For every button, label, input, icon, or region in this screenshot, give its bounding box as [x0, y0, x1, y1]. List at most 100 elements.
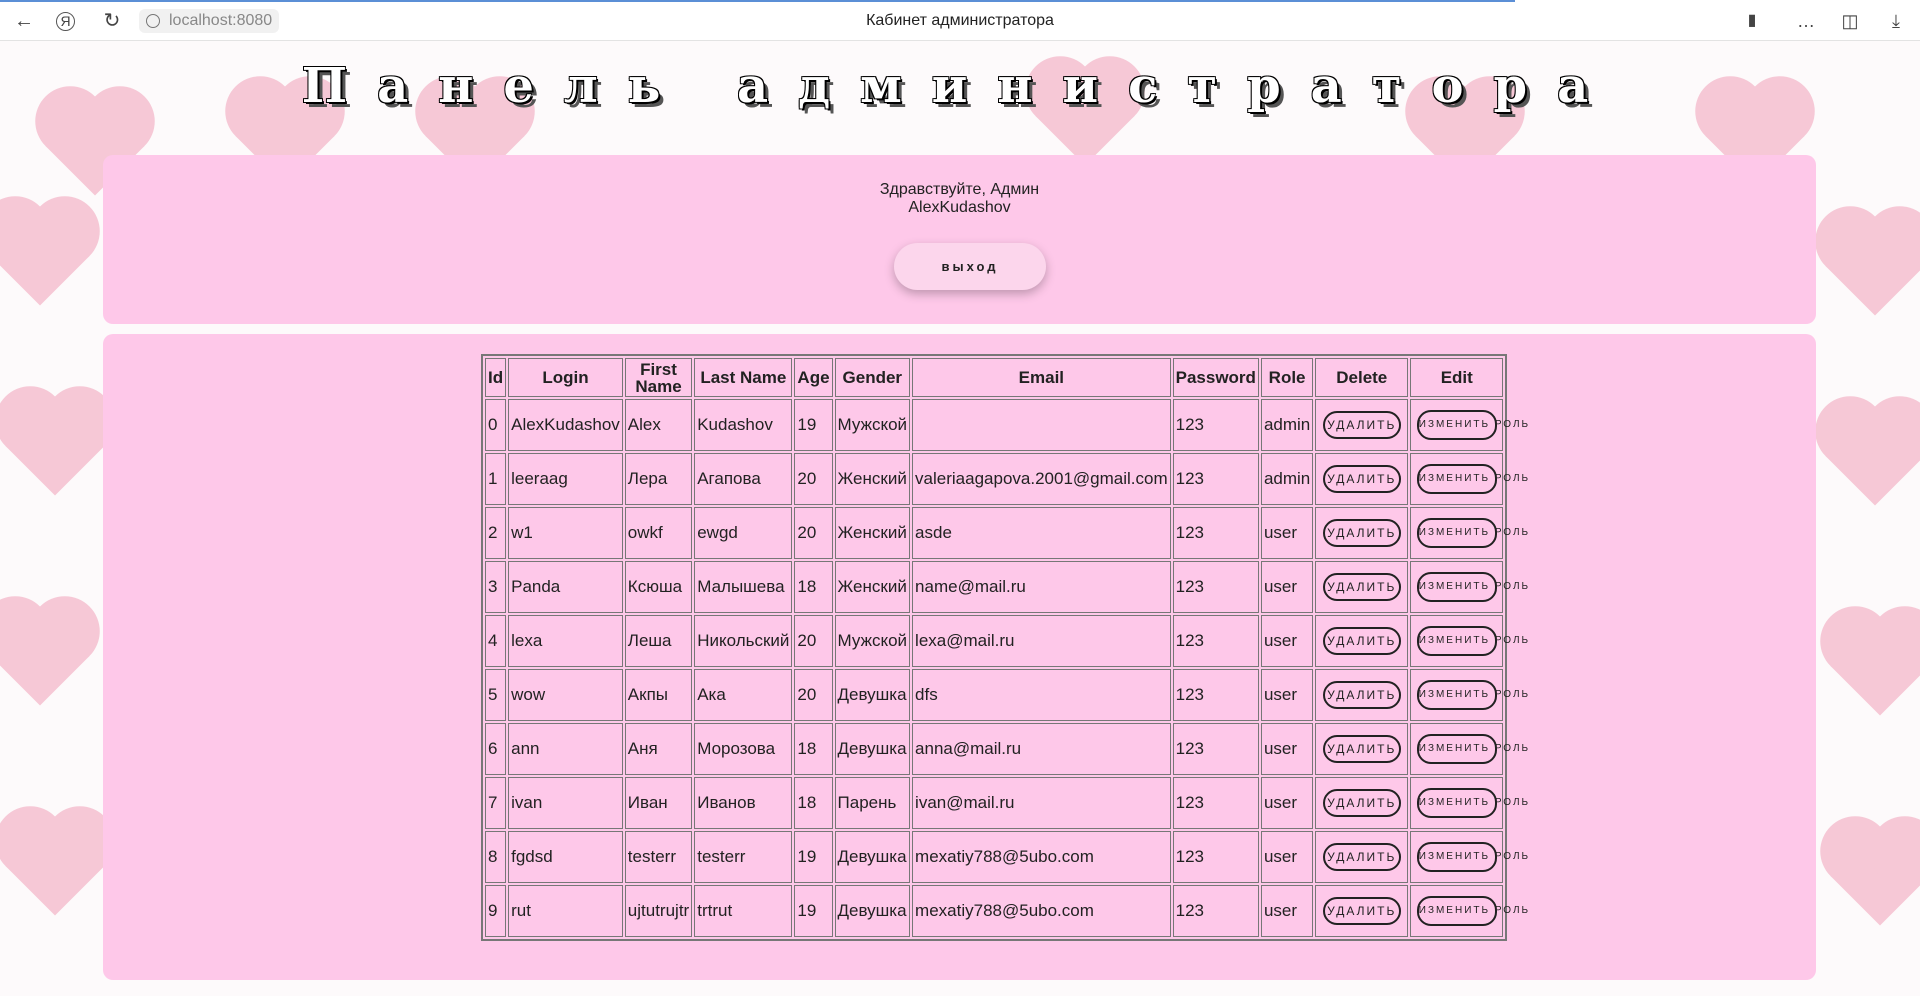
delete-button[interactable]: УДАЛИТЬ: [1322, 627, 1401, 655]
cell-password: 123: [1172, 669, 1259, 721]
header-login: Login: [508, 358, 623, 397]
cell-gender: Девушка: [834, 885, 911, 937]
header-role: Role: [1260, 358, 1314, 397]
cell-delete: УДАЛИТЬ: [1315, 723, 1409, 775]
change-role-button[interactable]: ИЗМЕНИТЬ РОЛЬ: [1416, 842, 1528, 872]
cell-first-name: Аня: [624, 723, 693, 775]
page-title: Панель администратора: [301, 58, 1619, 114]
header-age: Age: [794, 358, 833, 397]
cell-role: user: [1260, 615, 1314, 667]
cell-age: 20: [794, 615, 833, 667]
cell-id: 1: [485, 453, 507, 505]
cell-last-name: Агапова: [694, 453, 793, 505]
header-gender: Gender: [834, 358, 911, 397]
change-role-button[interactable]: ИЗМЕНИТЬ РОЛЬ: [1416, 896, 1528, 926]
cell-last-name: Малышева: [694, 561, 793, 613]
cell-gender: Женский: [834, 507, 911, 559]
cell-last-name: Kudashov: [694, 399, 793, 451]
browser-toolbar: ← Я ↻ localhost:8080 Кабинет администрат…: [0, 0, 1920, 41]
table-header-row: Id Login First Name Last Name Age Gender…: [485, 358, 1504, 397]
cell-delete: УДАЛИТЬ: [1315, 669, 1409, 721]
cell-last-name: Иванов: [694, 777, 793, 829]
cell-email: mexatiy788@5ubo.com: [912, 885, 1171, 937]
heart-icon: [1825, 406, 1920, 506]
greeting-panel: Здравствуйте, Админ AlexKudashov выход: [103, 155, 1816, 324]
heart-icon: [1830, 616, 1920, 716]
cell-gender: Женский: [834, 561, 911, 613]
cell-email: valeriaagapova.2001@gmail.com: [912, 453, 1171, 505]
delete-button[interactable]: УДАЛИТЬ: [1322, 573, 1401, 601]
cell-first-name: Ксюша: [624, 561, 693, 613]
cell-age: 20: [794, 669, 833, 721]
cell-id: 2: [485, 507, 507, 559]
bookmark-icon[interactable]: ▮: [1740, 9, 1764, 33]
cell-delete: УДАЛИТЬ: [1315, 399, 1409, 451]
delete-button[interactable]: УДАЛИТЬ: [1322, 897, 1401, 925]
cell-role: admin: [1260, 453, 1314, 505]
cell-edit: ИЗМЕНИТЬ РОЛЬ: [1410, 885, 1528, 937]
cell-age: 19: [794, 831, 833, 883]
cell-edit: ИЗМЕНИТЬ РОЛЬ: [1410, 831, 1528, 883]
cell-edit: ИЗМЕНИТЬ РОЛЬ: [1410, 777, 1528, 829]
heart-icon: [0, 206, 90, 306]
cell-last-name: ewgd: [694, 507, 793, 559]
cell-first-name: ujtutrujtr: [624, 885, 693, 937]
cell-password: 123: [1172, 615, 1259, 667]
cell-first-name: testerr: [624, 831, 693, 883]
cell-edit: ИЗМЕНИТЬ РОЛЬ: [1410, 453, 1528, 505]
header-last-name: Last Name: [694, 358, 793, 397]
cell-edit: ИЗМЕНИТЬ РОЛЬ: [1410, 399, 1528, 451]
cell-first-name: owkf: [624, 507, 693, 559]
change-role-button[interactable]: ИЗМЕНИТЬ РОЛЬ: [1416, 410, 1528, 440]
header-delete: Delete: [1315, 358, 1409, 397]
cell-gender: Женский: [834, 453, 911, 505]
delete-button[interactable]: УДАЛИТЬ: [1322, 735, 1401, 763]
cell-password: 123: [1172, 885, 1259, 937]
cell-role: user: [1260, 777, 1314, 829]
cell-first-name: Леша: [624, 615, 693, 667]
more-menu-icon[interactable]: …: [1794, 9, 1818, 33]
download-icon[interactable]: ⤓: [1884, 9, 1908, 33]
cell-login: w1: [508, 507, 623, 559]
cell-login: wow: [508, 669, 623, 721]
delete-button[interactable]: УДАЛИТЬ: [1322, 465, 1401, 493]
change-role-button[interactable]: ИЗМЕНИТЬ РОЛЬ: [1416, 626, 1528, 656]
change-role-button[interactable]: ИЗМЕНИТЬ РОЛЬ: [1416, 680, 1528, 710]
cell-age: 19: [794, 399, 833, 451]
delete-button[interactable]: УДАЛИТЬ: [1322, 681, 1401, 709]
table-row: 1 leeraag Лера Агапова 20 Женский valeri…: [485, 453, 1528, 505]
change-role-button[interactable]: ИЗМЕНИТЬ РОЛЬ: [1416, 572, 1528, 602]
cell-login: lexa: [508, 615, 623, 667]
cell-role: admin: [1260, 399, 1314, 451]
extensions-icon[interactable]: ◫: [1838, 9, 1862, 33]
page-load-progress: [0, 0, 1515, 2]
cell-age: 19: [794, 885, 833, 937]
cell-login: Panda: [508, 561, 623, 613]
logout-button[interactable]: выход: [894, 243, 1046, 290]
cell-role: user: [1260, 723, 1314, 775]
users-panel: Id Login First Name Last Name Age Gender…: [103, 334, 1816, 980]
delete-button[interactable]: УДАЛИТЬ: [1322, 789, 1401, 817]
delete-button[interactable]: УДАЛИТЬ: [1322, 519, 1401, 547]
cell-email: dfs: [912, 669, 1171, 721]
cell-login: ivan: [508, 777, 623, 829]
change-role-button[interactable]: ИЗМЕНИТЬ РОЛЬ: [1416, 734, 1528, 764]
header-id: Id: [485, 358, 507, 397]
header-edit: Edit: [1410, 358, 1504, 397]
cell-delete: УДАЛИТЬ: [1315, 777, 1409, 829]
cell-id: 8: [485, 831, 507, 883]
cell-gender: Девушка: [834, 723, 911, 775]
header-password: Password: [1172, 358, 1259, 397]
delete-button[interactable]: УДАЛИТЬ: [1322, 411, 1401, 439]
cell-email: name@mail.ru: [912, 561, 1171, 613]
cell-login: rut: [508, 885, 623, 937]
cell-age: 20: [794, 453, 833, 505]
change-role-button[interactable]: ИЗМЕНИТЬ РОЛЬ: [1416, 464, 1528, 494]
table-row: 5 wow Акпы Ака 20 Девушка dfs 123 user У…: [485, 669, 1528, 721]
change-role-button[interactable]: ИЗМЕНИТЬ РОЛЬ: [1416, 788, 1528, 818]
cell-id: 3: [485, 561, 507, 613]
cell-first-name: Иван: [624, 777, 693, 829]
delete-button[interactable]: УДАЛИТЬ: [1322, 843, 1401, 871]
change-role-button[interactable]: ИЗМЕНИТЬ РОЛЬ: [1416, 518, 1528, 548]
cell-edit: ИЗМЕНИТЬ РОЛЬ: [1410, 615, 1528, 667]
